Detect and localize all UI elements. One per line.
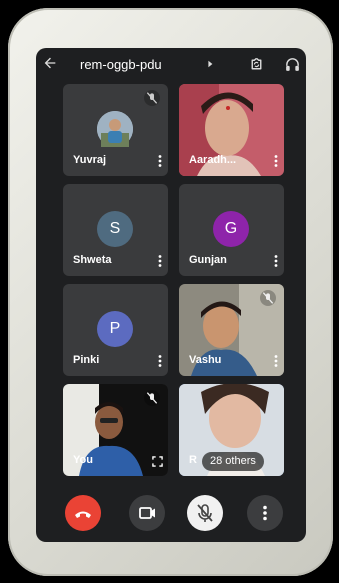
participant-tile-pinki[interactable]: P Pinki [63,284,168,376]
more-vert-icon[interactable] [274,255,278,267]
camera-icon [139,507,155,519]
back-arrow-icon[interactable] [42,55,58,71]
participant-name: R [189,454,197,466]
more-vert-icon[interactable] [158,155,162,167]
participant-tile-vashu[interactable]: Vashu [179,284,284,376]
participant-tile-you[interactable]: You [63,384,168,476]
chevron-right-icon[interactable] [206,60,214,68]
avatar [97,111,133,147]
fullscreen-icon[interactable] [152,456,163,467]
participant-name: Pinki [73,354,100,366]
participant-tile-gunjan[interactable]: G Gunjan [179,184,284,276]
mic-off-icon [197,504,213,522]
more-vert-icon [263,505,267,521]
avatar: G [213,211,249,247]
participant-name: Shweta [73,254,112,266]
camera-button[interactable] [129,495,165,531]
participant-tile-others[interactable]: R 28 others [179,384,284,476]
top-bar: rem-oggb-pdu [36,48,306,82]
end-call-icon [75,511,91,518]
more-vert-icon[interactable] [158,255,162,267]
participant-name: You [73,454,93,466]
switch-camera-icon[interactable] [248,56,265,73]
participant-name: Gunjan [189,254,227,266]
microphone-button[interactable] [187,495,223,531]
more-options-button[interactable] [247,495,283,531]
meet-screen: rem-oggb-pdu Yuvraj Aaradh... S Shweta G… [36,48,306,542]
mic-off-icon [260,290,276,306]
audio-output-icon[interactable] [284,56,301,73]
mic-off-icon [144,390,160,406]
call-controls [36,490,306,542]
more-vert-icon[interactable] [274,355,278,367]
more-vert-icon[interactable] [158,355,162,367]
mic-off-icon [144,90,160,106]
meeting-title[interactable]: rem-oggb-pdu [80,57,162,72]
participant-tile-aaradh[interactable]: Aaradh... [179,84,284,176]
participant-name: Aaradh... [189,154,237,166]
participant-tile-yuvraj[interactable]: Yuvraj [63,84,168,176]
others-count-badge[interactable]: 28 others [202,452,264,471]
avatar: S [97,211,133,247]
end-call-button[interactable] [65,495,101,531]
participant-name: Yuvraj [73,154,107,166]
avatar: P [97,311,133,347]
more-vert-icon[interactable] [274,155,278,167]
participant-tile-shweta[interactable]: S Shweta [63,184,168,276]
participant-name: Vashu [189,354,222,366]
